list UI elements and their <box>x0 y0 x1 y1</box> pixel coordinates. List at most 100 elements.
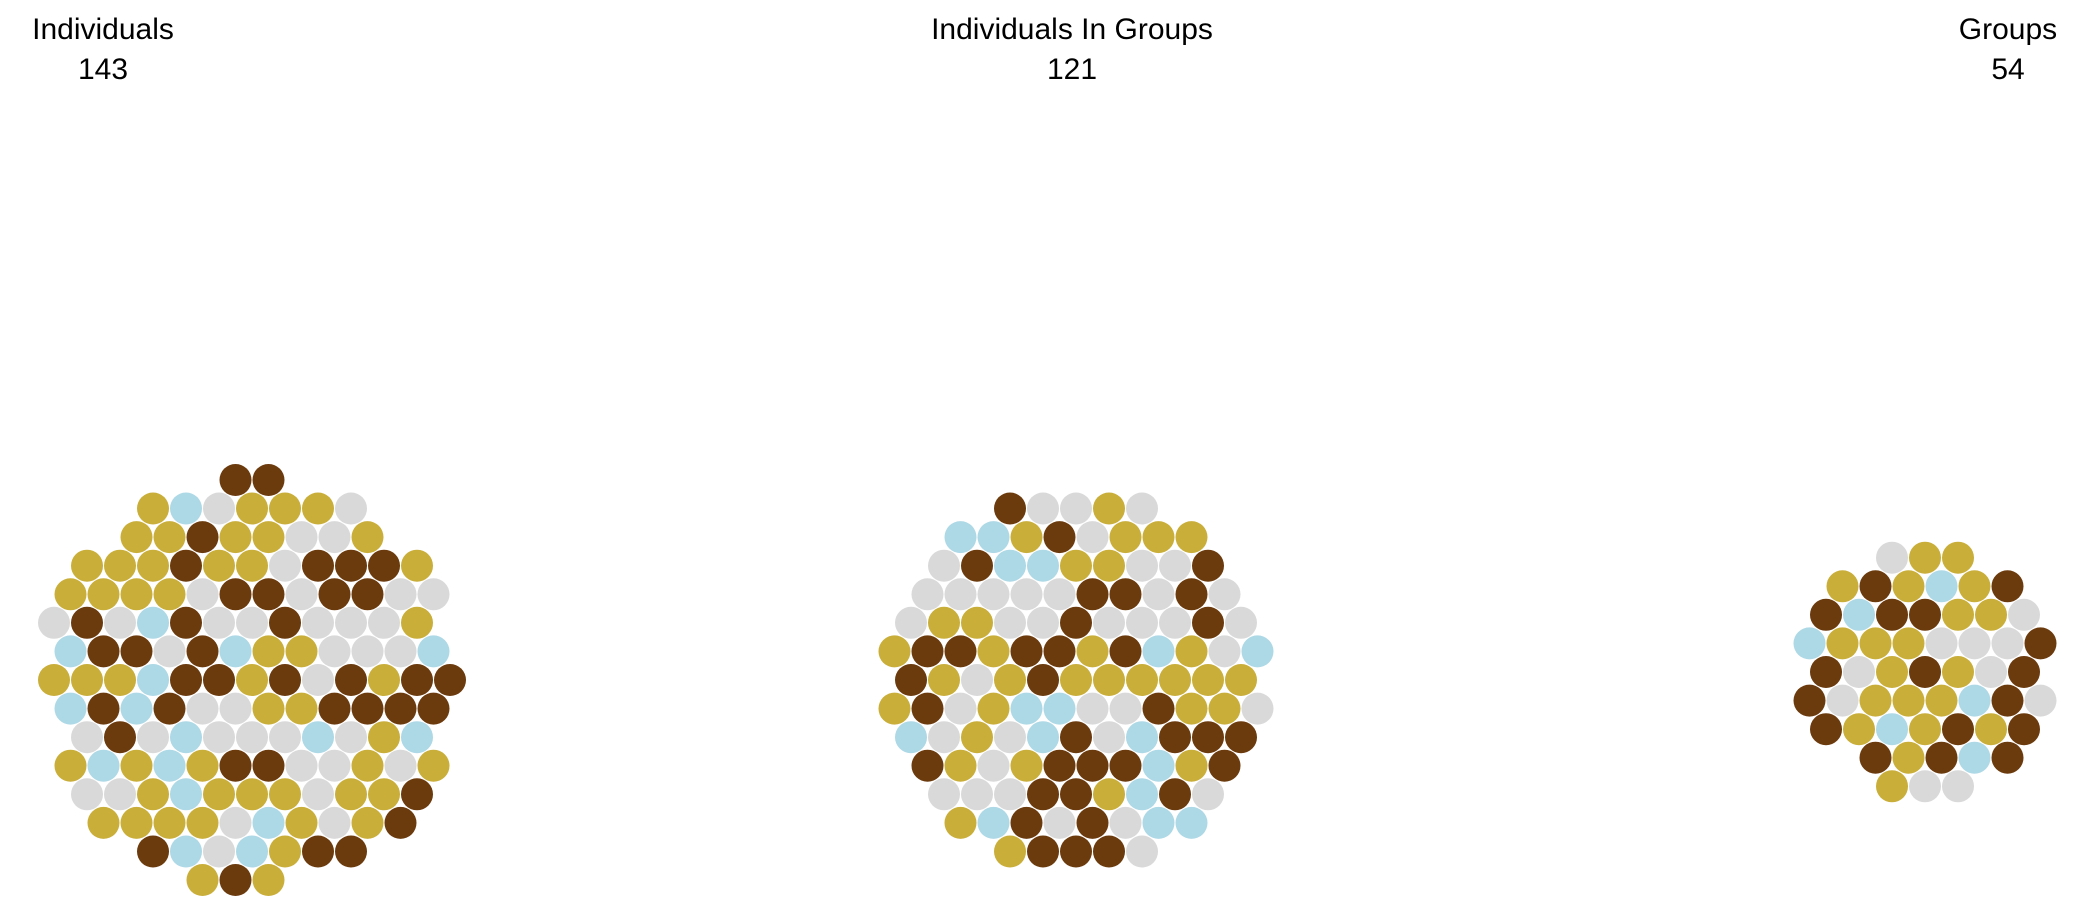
bubble-gray <box>318 749 351 782</box>
bubble-brown <box>368 549 400 582</box>
bubble-brown <box>1093 835 1125 868</box>
bubble-gold <box>1876 770 1908 803</box>
bubble-brown <box>203 664 235 696</box>
bubble-blue <box>87 749 120 782</box>
bubble-gray <box>302 664 334 696</box>
bubble-gold <box>1159 664 1191 696</box>
bubble-brown <box>170 549 202 582</box>
bubble-brown <box>895 664 927 696</box>
bubble-blue <box>994 549 1026 582</box>
bubble-brown <box>318 692 351 725</box>
bubble-gray <box>203 721 235 754</box>
bubble-brown <box>2008 713 2040 746</box>
bubble-gray <box>1126 549 1158 582</box>
bubble-brown <box>911 749 944 782</box>
bubble-brown <box>434 664 466 696</box>
bubble-gray <box>417 578 450 611</box>
bubble-brown <box>1060 721 1092 754</box>
bubble-brown <box>1159 721 1191 754</box>
bubble-gold <box>1175 749 1208 782</box>
bubble-brown <box>1142 692 1175 725</box>
bubble-brown <box>1991 684 2024 717</box>
bubble-brown <box>1027 778 1059 811</box>
bubble-gold <box>977 692 1010 725</box>
bubble-brown <box>87 635 120 668</box>
bubble-gold <box>236 664 268 696</box>
bubble-gray <box>351 635 384 668</box>
bubble-gray <box>2008 598 2040 631</box>
bubble-gold <box>351 749 384 782</box>
bubble-brown <box>1109 635 1142 668</box>
bubble-brown <box>1991 570 2024 603</box>
bubble-gold <box>186 806 219 839</box>
bubble-blue <box>401 721 433 754</box>
bubble-gold <box>269 492 301 525</box>
bubble-blue <box>944 521 977 554</box>
bubble-gold <box>401 549 433 582</box>
bubble-gold <box>401 606 433 639</box>
bubble-gold <box>944 806 977 839</box>
bubble-gray <box>318 635 351 668</box>
bubble-brown <box>1109 749 1142 782</box>
bubble-gold <box>1909 713 1941 746</box>
bubble-brown <box>2024 627 2057 660</box>
bubble-gold <box>71 664 103 696</box>
bubble-blue <box>1043 692 1076 725</box>
bubble-gray <box>1010 578 1043 611</box>
bubble-gold <box>54 749 87 782</box>
bubble-gold <box>961 721 993 754</box>
bubble-gold <box>104 664 136 696</box>
bubble-gold <box>252 521 285 554</box>
bubble-brown <box>1859 741 1892 774</box>
bubble-gray <box>1093 721 1125 754</box>
bubble-blue <box>1925 570 1958 603</box>
bubble-gray <box>1043 578 1076 611</box>
bubble-gold <box>1175 692 1208 725</box>
bubble-brown <box>401 778 433 811</box>
bubble-brown <box>335 835 367 868</box>
bubble-gray <box>994 778 1026 811</box>
bubble-gray <box>38 606 70 639</box>
bubble-gray <box>302 606 334 639</box>
bubble-gray <box>1126 606 1158 639</box>
bubble-gold <box>1975 598 2007 631</box>
bubble-gray <box>153 635 186 668</box>
bubble-gold <box>137 778 169 811</box>
bubble-gold <box>269 778 301 811</box>
bubble-gold <box>1225 664 1257 696</box>
bubble-blue <box>895 721 927 754</box>
bubble-gold <box>1175 521 1208 554</box>
bubble-brown <box>1159 778 1191 811</box>
bubble-brown <box>351 578 384 611</box>
bubble-gray <box>1208 578 1241 611</box>
bubble-brown <box>961 549 993 582</box>
bubble-gold <box>186 749 219 782</box>
bubble-blue <box>302 721 334 754</box>
bubble-brown <box>1060 778 1092 811</box>
bubble-gold <box>351 806 384 839</box>
bubble-gray <box>186 692 219 725</box>
bubble-gold <box>368 778 400 811</box>
bubble-blue <box>1958 684 1991 717</box>
bubble-gray <box>1208 635 1241 668</box>
bubble-gray <box>944 578 977 611</box>
bubble-gold <box>87 806 120 839</box>
bubble-blue <box>219 635 252 668</box>
bubble-gray <box>994 721 1026 754</box>
bubble-gray <box>203 835 235 868</box>
bubble-gold <box>994 835 1026 868</box>
bubble-gold <box>120 806 153 839</box>
bubble-gold <box>54 578 87 611</box>
bubble-gray <box>384 749 417 782</box>
bubble-brown <box>1909 598 1941 631</box>
bubble-brown <box>1060 606 1092 639</box>
bubble-gray <box>269 721 301 754</box>
bubble-gold <box>1093 549 1125 582</box>
bubble-gray <box>1109 806 1142 839</box>
bubble-gray <box>1076 521 1109 554</box>
bubble-gold <box>252 864 285 896</box>
bubble-brown <box>1043 521 1076 554</box>
bubble-brown <box>1010 806 1043 839</box>
bubble-gray <box>1991 627 2024 660</box>
bubble-brown <box>1027 835 1059 868</box>
